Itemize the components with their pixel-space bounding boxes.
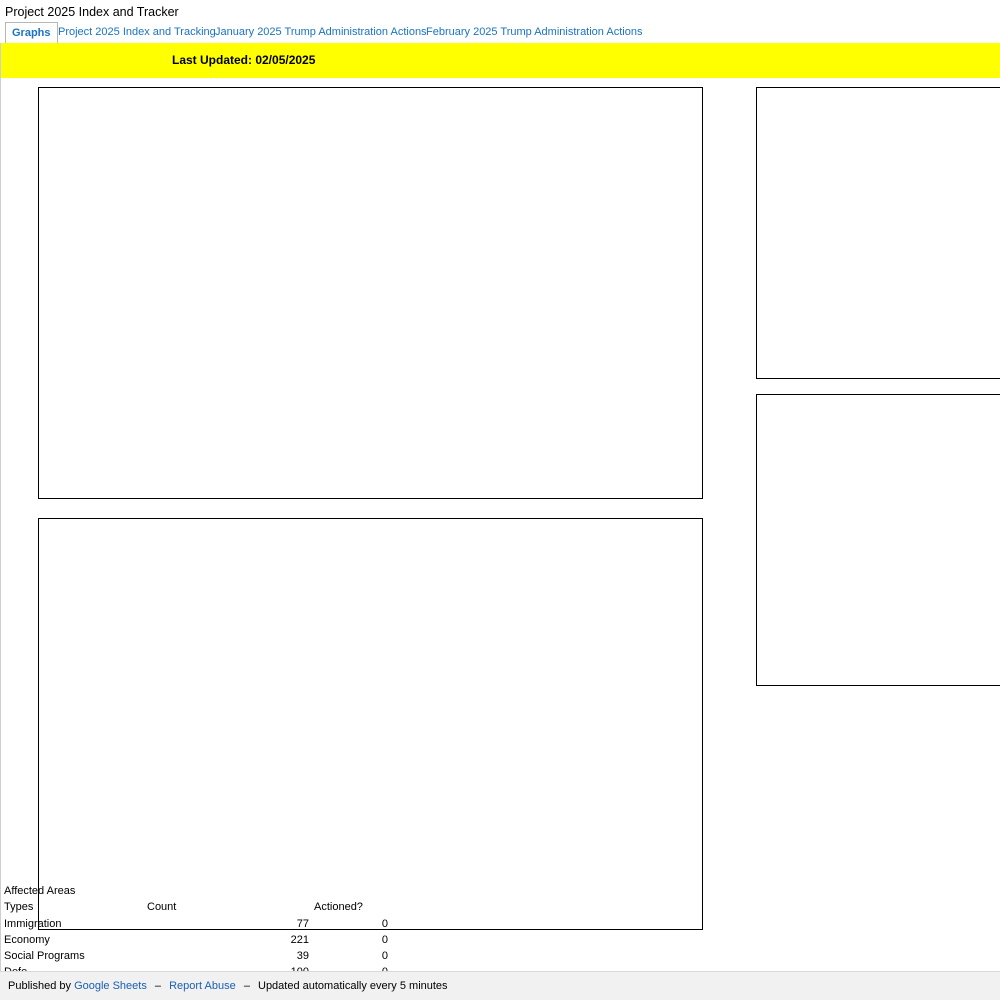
- row-count: 39: [296, 950, 309, 962]
- chart-frame-middle-right[interactable]: [756, 394, 1000, 686]
- document-title: Project 2025 Index and Tracker: [5, 5, 179, 19]
- last-updated-banner: Last Updated: 02/05/2025: [1, 43, 1000, 78]
- chart-frame-bottom-left[interactable]: [38, 518, 703, 930]
- row-type: Immigration: [4, 918, 62, 930]
- header-count: Count: [147, 901, 177, 913]
- row-actioned: 0: [381, 934, 388, 946]
- row-actioned: 0: [381, 950, 388, 962]
- row-count: 77: [296, 918, 309, 930]
- tab-graphs[interactable]: Graphs: [5, 22, 58, 45]
- tab-project-2025-index-and-tracking[interactable]: Project 2025 Index and Tracking: [58, 22, 216, 42]
- google-sheets-link[interactable]: Google Sheets: [74, 980, 147, 992]
- publish-footer: Published by Google Sheets – Report Abus…: [0, 971, 1000, 1000]
- sheet-tab-bar: Graphs Project 2025 Index and Tracking J…: [0, 22, 1000, 45]
- footer-separator: –: [243, 980, 250, 992]
- tab-january-2025-actions[interactable]: January 2025 Trump Administration Action…: [215, 22, 427, 42]
- section-title-affected-areas: Affected Areas: [4, 885, 76, 897]
- tab-february-2025-actions[interactable]: February 2025 Trump Administration Actio…: [426, 22, 642, 42]
- chart-frame-top-left[interactable]: [38, 87, 703, 499]
- row-actioned: 0: [381, 918, 388, 930]
- chart-frame-top-right[interactable]: [756, 87, 1000, 379]
- auto-update-note: Updated automatically every 5 minutes: [258, 980, 448, 992]
- row-type: Economy: [4, 934, 50, 946]
- row-type: Social Programs: [4, 950, 85, 962]
- row-count: 221: [290, 934, 309, 946]
- last-updated-text: Last Updated: 02/05/2025: [172, 53, 316, 67]
- sheet-grid[interactable]: Last Updated: 02/05/2025 Affected Areas …: [0, 43, 1000, 971]
- header-types: Types: [4, 901, 34, 913]
- published-by-label: Published by: [8, 980, 71, 992]
- footer-separator: –: [154, 980, 162, 992]
- report-abuse-link[interactable]: Report Abuse: [169, 980, 236, 992]
- header-actioned: Actioned?: [314, 901, 363, 913]
